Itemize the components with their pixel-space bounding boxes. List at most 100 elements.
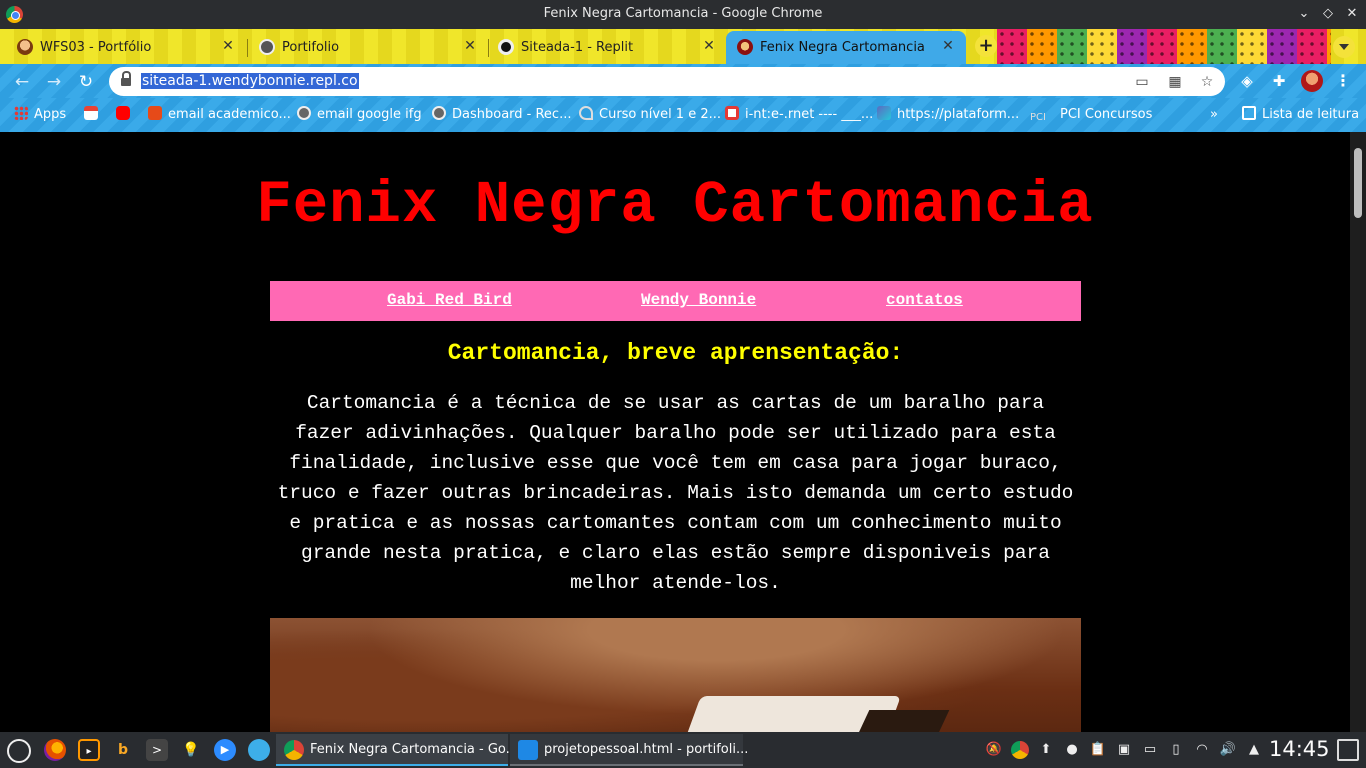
cast-icon[interactable]: ▭ (1133, 73, 1151, 91)
bookmark-label: i-nt:e-.rnet ---- ___... (745, 107, 874, 122)
lock-icon[interactable] (121, 71, 131, 87)
konsole-icon[interactable]: > (146, 739, 168, 761)
address-bar[interactable]: siteada-1.wendybonnie.repl.co ▭ ▦ ☆ (109, 67, 1225, 96)
bookmark-internet[interactable]: i-nt:e-.rnet ---- ___... (725, 106, 873, 124)
update-icon[interactable]: ⬆ (1037, 741, 1055, 759)
close-tab-icon[interactable]: ✕ (220, 38, 236, 54)
youtube-icon (116, 106, 130, 120)
task-label: Fenix Negra Cartomancia - Go... (310, 742, 519, 757)
nav-link-contatos[interactable]: contatos (886, 291, 963, 309)
screenshot-icon[interactable]: ▣ (1115, 741, 1133, 759)
page-scrollbar[interactable] (1350, 132, 1366, 732)
nav-link-wendy-bonnie[interactable]: Wendy Bonnie (641, 291, 756, 309)
bookmark-label: email academico... (168, 107, 291, 122)
bookmark-label: PCI Concursos (1060, 107, 1153, 122)
site-title: Fenix Negra Cartomancia (256, 172, 1094, 239)
qr-code-icon[interactable]: ▦ (1166, 73, 1184, 91)
tab-wfs03-portfolio[interactable]: WFS03 - Portfólio ✕ (6, 31, 246, 64)
notifications-off-icon[interactable]: 🔕 (985, 741, 1003, 759)
window-titlebar: Fenix Negra Cartomancia - Google Chrome … (0, 0, 1366, 29)
bookmark-icon (877, 106, 891, 120)
globe-icon (297, 106, 311, 120)
vscode-icon (518, 740, 538, 760)
minimize-icon[interactable]: ⌄ (1295, 5, 1313, 23)
chrome-tray-icon[interactable] (1011, 741, 1029, 759)
bookmark-label: https://plataform... (897, 107, 1020, 122)
tab-label: Portifolio (282, 40, 340, 55)
scrollbar-thumb[interactable] (1354, 148, 1362, 218)
taskbar: ▸ b > 💡 ▶ Fenix Negra Cartomancia - Go..… (0, 732, 1366, 768)
tab-label: Siteada-1 - Replit (521, 40, 634, 55)
tab-fenix-negra[interactable]: Fenix Negra Cartomancia ✕ (726, 31, 966, 64)
tab-label: WFS03 - Portfólio (40, 40, 152, 55)
window-title: Fenix Negra Cartomancia - Google Chrome (543, 6, 823, 21)
puzzle-extensions-icon[interactable]: ✚ (1269, 71, 1289, 91)
battery-icon[interactable]: ▭ (1141, 741, 1159, 759)
tab-replit[interactable]: Siteada-1 - Replit ✕ (487, 31, 727, 64)
section-heading: Cartomancia, breve aprensentação: (447, 340, 904, 366)
firefox-icon[interactable] (44, 739, 66, 761)
globe-icon (432, 106, 446, 120)
task-chrome[interactable]: Fenix Negra Cartomancia - Go... (276, 734, 518, 766)
bookmark-label: Dashboard - Rec... (452, 107, 572, 122)
task-vscode[interactable]: projetopessoal.html - portifoli... (510, 734, 748, 766)
tray-expand-icon[interactable]: ▲ (1245, 741, 1263, 759)
office-icon (148, 106, 162, 120)
back-arrow-icon[interactable]: ← (11, 71, 33, 93)
apps-grid-icon (14, 106, 28, 120)
clipboard-icon[interactable]: 📋 (1089, 741, 1107, 759)
recording-icon[interactable]: ● (1063, 741, 1081, 759)
url-text[interactable]: siteada-1.wendybonnie.repl.co (141, 73, 359, 89)
link-icon (579, 106, 593, 120)
reading-list-label: Lista de leitura (1262, 107, 1360, 122)
close-tab-icon[interactable]: ✕ (701, 38, 717, 54)
bookmark-plataforma[interactable]: https://plataform... (877, 106, 1019, 124)
theme-decoration (997, 29, 1331, 64)
bookmark-pci-concursos[interactable]: PCI PCI Concursos (1030, 106, 1152, 124)
close-tab-icon[interactable]: ✕ (940, 38, 956, 54)
chrome-menu-icon[interactable]: ⋮ (1335, 71, 1351, 91)
bookmark-apps[interactable]: Apps (14, 106, 66, 124)
globe-icon (259, 39, 275, 55)
tab-search-icon[interactable] (1333, 36, 1355, 58)
bookmark-youtube[interactable] (116, 106, 136, 124)
bookmark-curso[interactable]: Curso nível 1 e 2... (579, 106, 721, 124)
bitwarden-icon[interactable]: b (112, 739, 134, 761)
maximize-icon[interactable]: ◇ (1319, 5, 1337, 23)
zoom-icon[interactable]: ▶ (214, 739, 236, 761)
reading-list-button[interactable]: Lista de leitura (1242, 106, 1359, 124)
browser-toolbar: ← → ↻ siteada-1.wendybonnie.repl.co ▭ ▦ … (0, 64, 1366, 98)
volume-icon[interactable]: 🔊 (1219, 741, 1237, 759)
bookmark-label: email google ifg (317, 107, 422, 122)
close-tab-icon[interactable]: ✕ (462, 38, 478, 54)
app-launcher-icon[interactable] (7, 739, 31, 763)
hero-image (270, 618, 1081, 732)
nav-link-gabi-red-bird[interactable]: Gabi Red Bird (387, 291, 512, 309)
bookmark-gmail[interactable] (84, 106, 104, 124)
bookmark-email-academico[interactable]: email academico... (148, 106, 291, 124)
extension-icon[interactable]: ◈ (1237, 71, 1257, 91)
replit-icon (498, 39, 514, 55)
show-desktop-icon[interactable] (1337, 739, 1359, 761)
tab-label: Fenix Negra Cartomancia (760, 40, 925, 55)
reload-icon[interactable]: ↻ (75, 71, 97, 93)
close-window-icon[interactable]: ✕ (1343, 5, 1361, 23)
new-tab-button[interactable]: + (975, 35, 997, 57)
remote-desktop-icon[interactable] (248, 739, 270, 761)
bookmark-star-icon[interactable]: ☆ (1198, 73, 1216, 91)
clock[interactable]: 14:45 (1269, 737, 1330, 761)
site-favicon-icon (737, 39, 753, 55)
profile-avatar[interactable] (1301, 70, 1323, 92)
usb-device-icon[interactable]: ▯ (1167, 741, 1185, 759)
tab-portifolio[interactable]: Portifolio ✕ (248, 31, 488, 64)
wifi-icon[interactable]: ◠ (1193, 741, 1211, 759)
task-label: projetopessoal.html - portifoli... (544, 742, 749, 757)
page-viewport: Fenix Negra Cartomancia Gabi Red Bird We… (0, 132, 1366, 732)
bookmark-icon (725, 106, 739, 120)
bookmark-dashboard[interactable]: Dashboard - Rec... (432, 106, 571, 124)
forward-arrow-icon[interactable]: → (43, 71, 65, 93)
bookmark-email-google-ifg[interactable]: email google ifg (297, 106, 422, 124)
terminal-icon[interactable]: ▸ (78, 739, 100, 761)
lightbulb-icon[interactable]: 💡 (180, 739, 202, 761)
bookmarks-overflow-icon[interactable]: » (1210, 106, 1218, 124)
